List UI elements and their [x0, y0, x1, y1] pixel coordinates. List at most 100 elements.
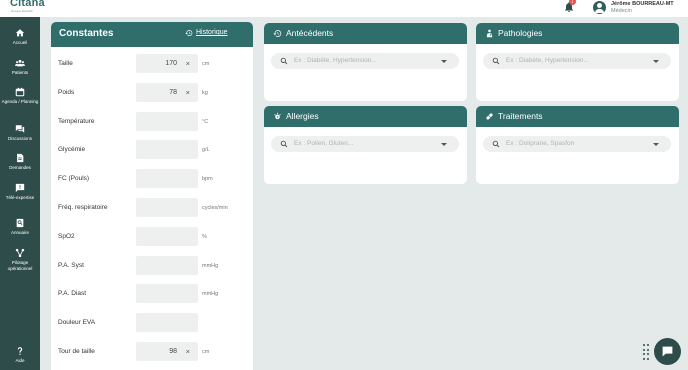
brand-logo[interactable]: Citana — [10, 0, 45, 9]
sidebar-item-label: Pilotage opérationnel — [7, 260, 33, 271]
traitements-card: Traitements Ex : Doliprane, Spasfon — [476, 106, 679, 184]
constante-input[interactable]: 170 × — [136, 54, 198, 73]
top-bar: Citana Groupe Doctolib 1 Jérôme BOURREAU… — [0, 0, 688, 17]
sidebar-item-discussions[interactable]: Discussions — [0, 124, 40, 142]
sidebar: Accueil Patients Agenda / Planning Discu… — [0, 17, 40, 370]
constante-input[interactable]: 98 × — [136, 342, 198, 361]
constante-label: FC (Pouls) — [58, 175, 90, 183]
chevron-down-icon[interactable] — [441, 143, 447, 146]
pathologies-title: Pathologies — [498, 28, 543, 38]
constante-input[interactable] — [136, 111, 198, 131]
constante-label: P.A. Syst — [58, 261, 84, 269]
constante-unit: cm — [202, 61, 210, 67]
constante-input[interactable] — [136, 169, 198, 189]
chevron-down-icon[interactable] — [653, 143, 659, 146]
history-icon — [273, 30, 282, 37]
sidebar-item-label: Discussions — [7, 136, 32, 141]
traitements-title: Traitements — [498, 111, 543, 121]
help-icon — [17, 347, 23, 355]
traitements-placeholder: Ex : Doliprane, Spasfon — [506, 140, 575, 147]
constante-value: 98 — [169, 348, 177, 355]
constante-input[interactable] — [136, 198, 198, 217]
person-medical-icon — [486, 29, 493, 38]
search-icon — [280, 140, 288, 148]
constante-unit: % — [202, 233, 207, 240]
constante-input[interactable] — [136, 255, 198, 275]
traitements-select[interactable]: Ex : Doliprane, Spasfon — [483, 136, 671, 152]
directory-icon — [16, 218, 24, 228]
sidebar-item-agenda[interactable]: Agenda / Planning — [0, 87, 40, 105]
constante-row: P.A. Syst mmHg — [51, 255, 253, 276]
constante-row: Tour de taille 98 × cm — [51, 342, 253, 362]
constante-unit: kg — [202, 89, 208, 96]
allergies-select[interactable]: Ex : Pollen, Gluten... — [271, 136, 459, 152]
history-icon — [185, 30, 193, 36]
sidebar-item-annuaire[interactable]: Annuaire — [0, 218, 40, 236]
constante-unit: cm — [202, 349, 210, 355]
clear-icon[interactable]: × — [186, 347, 190, 356]
clear-icon[interactable]: × — [186, 88, 190, 97]
user-name[interactable]: Jérôme BOURREAU-MT — [611, 1, 674, 7]
chevron-down-icon[interactable] — [441, 60, 447, 63]
message-alert-icon — [15, 183, 25, 193]
history-link[interactable]: Historique — [185, 29, 228, 36]
sidebar-item-demandes[interactable]: Demandes — [0, 153, 40, 171]
constante-row: Poids 78 × kg — [51, 82, 253, 103]
sidebar-item-pilotage[interactable]: Pilotage opérationnel — [0, 248, 40, 271]
constantes-title: Constantes — [59, 28, 114, 39]
chat-button[interactable] — [654, 338, 681, 365]
constante-unit: mmHg — [202, 262, 219, 269]
constante-label: P.A. Diast — [58, 290, 87, 298]
pathologies-select[interactable]: Ex : Diabète, Hypertension... — [483, 53, 671, 69]
constante-row: FC (Pouls) bpm — [51, 169, 253, 189]
constante-unit: bpm — [202, 176, 213, 183]
constante-unit: °C — [202, 118, 209, 125]
sidebar-item-label: Accueil — [12, 40, 28, 45]
pathologies-placeholder: Ex : Diabète, Hypertension... — [506, 57, 589, 64]
constantes-card: Constantes Historique Taille 170 × cm Poids 7… — [51, 22, 253, 370]
pathologies-card: Pathologies Ex : Diabète, Hypertension..… — [476, 23, 679, 101]
sidebar-item-patients[interactable]: Patients — [0, 58, 40, 76]
sidebar-item-aide[interactable]: Aide — [0, 346, 40, 364]
constante-label: Poids — [58, 88, 75, 96]
constante-input[interactable]: 78 × — [136, 82, 198, 102]
search-icon — [492, 57, 500, 65]
sidebar-item-label: Télé-expertise — [5, 195, 35, 200]
pill-icon — [486, 113, 493, 120]
constante-input[interactable] — [136, 284, 198, 304]
allergies-card: Allergies Ex : Pollen, Gluten... — [264, 106, 467, 184]
constante-unit: cycles/min — [202, 205, 228, 211]
constante-row: Fréq. respiratoire cycles/min — [51, 198, 253, 218]
traitements-header: Traitements — [476, 106, 679, 127]
clear-icon[interactable]: × — [186, 59, 190, 68]
sidebar-item-label: Patients — [11, 70, 29, 75]
drag-handle-icon[interactable] — [643, 344, 651, 360]
constante-input[interactable] — [136, 140, 198, 160]
constante-label: Douleur EVA — [58, 319, 96, 327]
constante-label: Fréq. respiratoire — [58, 204, 108, 211]
constante-label: Température — [58, 117, 95, 125]
constante-label: Taille — [58, 60, 73, 67]
constante-row: P.A. Diast mmHg — [51, 284, 253, 304]
antecedents-select[interactable]: Ex : Diabète, Hypertension... — [271, 53, 459, 69]
sidebar-item-label: Annuaire — [10, 230, 29, 235]
chevron-down-icon[interactable] — [653, 60, 659, 63]
search-icon — [492, 140, 500, 148]
constante-label: SpO2 — [58, 232, 75, 240]
sidebar-item-label: Agenda / Planning — [1, 99, 39, 104]
sidebar-item-label: Demandes — [9, 165, 31, 170]
user-avatar-icon[interactable] — [593, 1, 606, 14]
constante-value: 78 — [169, 88, 177, 96]
allergies-placeholder: Ex : Pollen, Gluten... — [294, 140, 354, 147]
constantes-header: Constantes Historique — [51, 22, 253, 47]
constante-input[interactable] — [136, 226, 198, 246]
constante-input[interactable] — [136, 313, 198, 333]
antecedents-placeholder: Ex : Diabète, Hypertension... — [294, 57, 377, 64]
search-icon — [280, 57, 288, 65]
sidebar-item-label: Aide — [15, 358, 25, 363]
brand-tagline: Groupe Doctolib — [11, 9, 33, 13]
users-icon — [15, 59, 25, 67]
sidebar-item-accueil[interactable]: Accueil — [0, 28, 40, 46]
sidebar-item-tele-expertise[interactable]: Télé-expertise — [0, 183, 40, 201]
allergies-header: Allergies — [264, 106, 467, 127]
